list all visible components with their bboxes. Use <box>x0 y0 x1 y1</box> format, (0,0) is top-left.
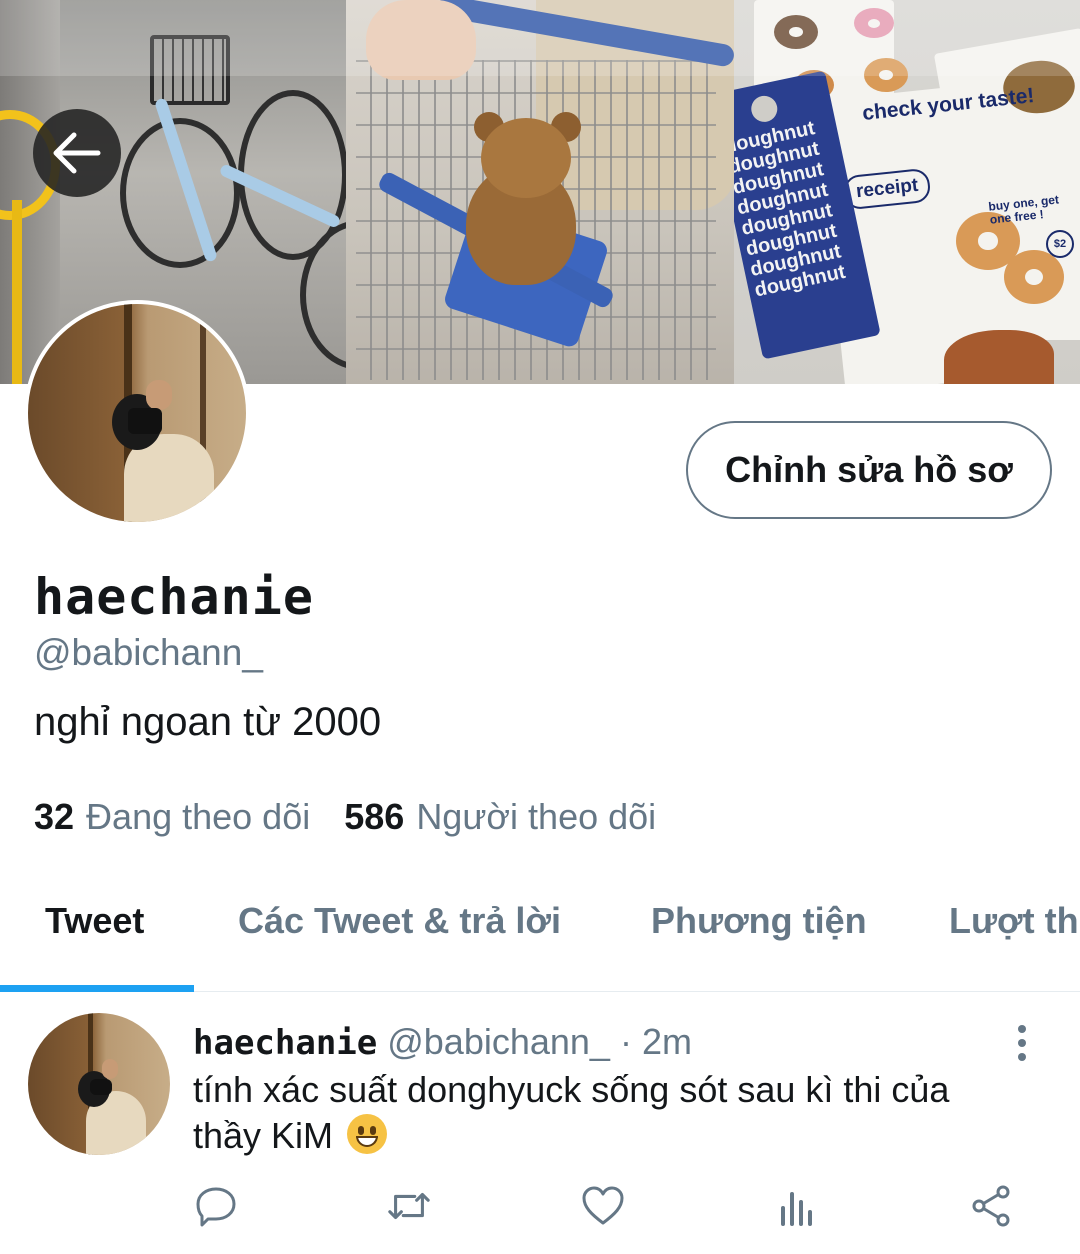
profile-tabs: Tweet Các Tweet & trả lời Phương tiện Lư… <box>0 870 1080 992</box>
tweet-text: tính xác suất donghyuck sống sót sau kì … <box>193 1067 1023 1159</box>
tweet-author-handle: @babichann_ <box>387 1021 610 1062</box>
profile-handle: @babichann_ <box>34 632 263 673</box>
grinning-face-emoji <box>347 1114 388 1154</box>
profile-bio: nghỉ ngoan từ 2000 <box>34 700 382 744</box>
following-label: Đang theo dõi <box>86 796 311 837</box>
analytics-icon <box>781 1192 812 1226</box>
tweet[interactable]: haechanie @babichann_ · 2m tính xác suất… <box>0 993 1080 1254</box>
tab-likes[interactable]: Lượt thích <box>949 900 1080 942</box>
like-icon <box>582 1186 624 1225</box>
tweet-header: haechanie @babichann_ · 2m <box>193 1021 692 1063</box>
tweet-actions <box>0 1183 1080 1233</box>
followers-count: 586 <box>344 796 405 837</box>
tweet-avatar[interactable] <box>28 1013 170 1155</box>
tab-media[interactable]: Phương tiện <box>651 900 867 942</box>
banner-price-text: $2 <box>1046 230 1074 258</box>
share-button[interactable] <box>968 1183 1014 1229</box>
followers-stat[interactable]: 586 Người theo dõi <box>344 796 656 838</box>
active-tab-indicator <box>0 985 194 992</box>
reply-button[interactable] <box>193 1183 239 1229</box>
profile-stats: 32 Đang theo dõi 586 Người theo dõi <box>34 796 690 838</box>
edit-profile-button[interactable]: Chỉnh sửa hồ sơ <box>686 421 1052 519</box>
tweet-author-name[interactable]: haechanie <box>193 1023 377 1063</box>
profile-avatar[interactable] <box>24 300 250 526</box>
retweet-button[interactable] <box>386 1183 432 1229</box>
tab-tweets-replies[interactable]: Các Tweet & trả lời <box>238 900 561 942</box>
arrow-left-icon <box>53 132 101 174</box>
back-button[interactable] <box>33 109 121 197</box>
retweet-icon <box>388 1192 430 1220</box>
tweet-separator: · <box>619 1021 632 1062</box>
profile-display-name: haechanie <box>34 568 314 626</box>
reply-icon <box>196 1187 236 1227</box>
tweet-more-button[interactable] <box>1008 1023 1036 1063</box>
tweet-body: tính xác suất donghyuck sống sót sau kì … <box>193 1069 950 1156</box>
share-icon <box>972 1185 1010 1227</box>
tweet-timestamp: 2m <box>641 1021 692 1062</box>
tab-tweets[interactable]: Tweet <box>45 900 144 942</box>
following-count: 32 <box>34 796 75 837</box>
more-vertical-icon <box>1018 1025 1026 1061</box>
following-stat[interactable]: 32 Đang theo dõi <box>34 796 310 838</box>
followers-label: Người theo dõi <box>416 796 657 837</box>
analytics-button[interactable] <box>774 1183 820 1229</box>
like-button[interactable] <box>580 1183 626 1229</box>
